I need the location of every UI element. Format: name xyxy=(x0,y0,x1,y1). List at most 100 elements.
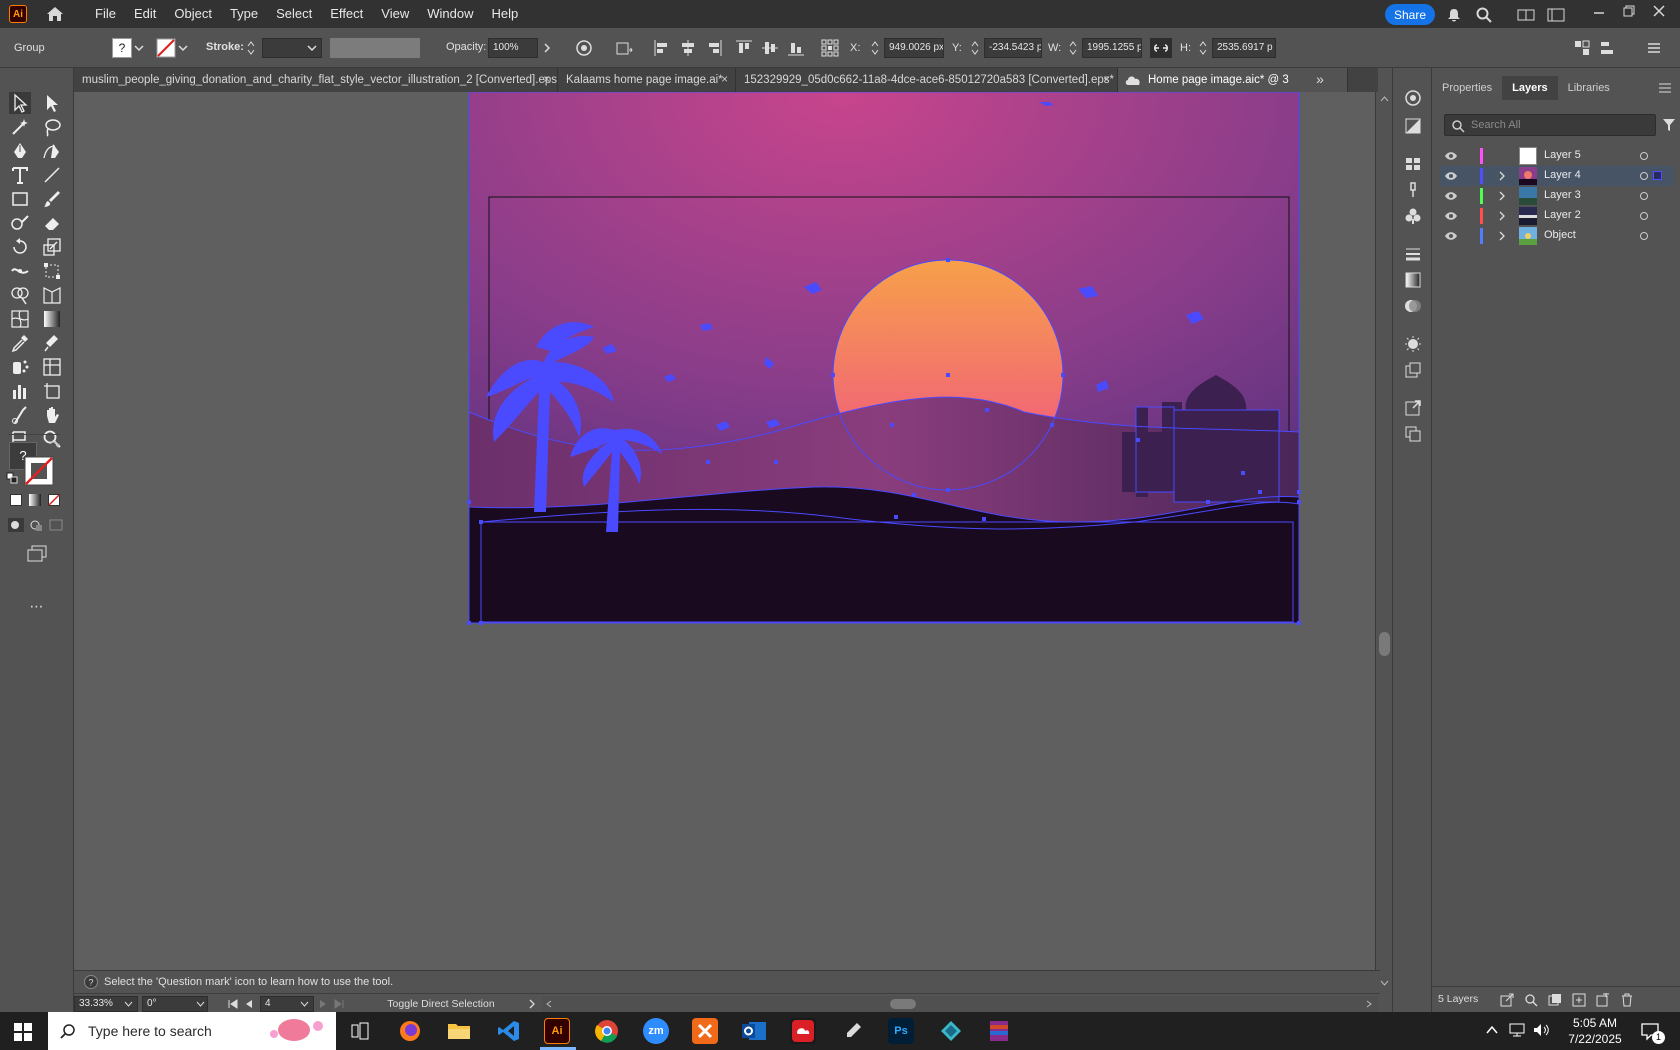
chevron-down-icon[interactable] xyxy=(134,44,144,52)
chevron-down-icon[interactable] xyxy=(124,1001,133,1007)
eye-icon[interactable] xyxy=(1444,211,1458,221)
new-layer-icon[interactable] xyxy=(1596,993,1610,1007)
scroll-up-icon[interactable] xyxy=(1380,96,1389,102)
search-icon[interactable] xyxy=(1475,6,1493,24)
eye-icon[interactable] xyxy=(1444,151,1458,161)
distribute-icon[interactable] xyxy=(1598,38,1618,58)
artboard-tool-icon[interactable] xyxy=(41,380,63,402)
layer-row-layer-4[interactable]: Layer 4 xyxy=(1440,166,1674,186)
question-mark-icon[interactable]: ? xyxy=(84,975,98,989)
tab-overflow-button[interactable]: » xyxy=(1308,68,1332,92)
vscode-icon[interactable] xyxy=(496,1018,522,1044)
opacity-field[interactable]: 100% xyxy=(488,38,538,58)
xampp-icon[interactable] xyxy=(692,1018,718,1044)
vertical-scrollbar[interactable] xyxy=(1375,92,1392,986)
direct-selection-tool-icon[interactable] xyxy=(41,92,63,114)
export-icon[interactable] xyxy=(1403,398,1423,418)
close-icon[interactable] xyxy=(1652,4,1666,18)
collect-export-icon[interactable] xyxy=(1500,993,1514,1007)
canvas-area[interactable] xyxy=(74,92,1375,970)
horizontal-scrollbar[interactable] xyxy=(542,996,1378,1012)
maximize-icon[interactable] xyxy=(1622,4,1636,18)
next-artboard-icon[interactable] xyxy=(318,999,328,1009)
chevron-right-icon[interactable] xyxy=(1498,211,1506,221)
screen-mode-icon[interactable] xyxy=(26,544,48,562)
artwork[interactable] xyxy=(74,92,1375,970)
magic-wand-tool-icon[interactable] xyxy=(9,116,31,138)
scale-tool-icon[interactable] xyxy=(41,236,63,258)
align-bottom-icon[interactable] xyxy=(786,38,806,58)
chevron-down-icon[interactable] xyxy=(196,1001,205,1007)
free-transform-tool-icon[interactable] xyxy=(41,260,63,282)
chevron-down-icon[interactable] xyxy=(300,1001,309,1007)
rectangle-tool-icon[interactable] xyxy=(9,188,31,210)
draw-normal-icon[interactable] xyxy=(8,518,24,532)
chevron-right-icon[interactable] xyxy=(1498,171,1506,181)
hand-tool-icon[interactable] xyxy=(41,404,63,426)
eye-icon[interactable] xyxy=(1444,231,1458,241)
bell-icon[interactable] xyxy=(1446,7,1462,23)
perspective-grid-tool-icon[interactable] xyxy=(41,284,63,306)
stroke-color-box[interactable] xyxy=(24,456,54,486)
paintbrush-tool-icon[interactable] xyxy=(41,188,63,210)
align-left-icon[interactable] xyxy=(652,38,672,58)
shaper-tool-icon[interactable] xyxy=(9,212,31,234)
curvature-tool-icon[interactable] xyxy=(41,140,63,162)
stepper-icon[interactable] xyxy=(1068,38,1078,58)
eye-icon[interactable] xyxy=(1444,191,1458,201)
blend-tool-icon[interactable] xyxy=(41,332,63,354)
photoshop-icon[interactable]: Ps xyxy=(888,1018,914,1044)
stroke-profile-field[interactable] xyxy=(330,38,420,58)
selection-indicator[interactable] xyxy=(1653,171,1662,180)
menu-file[interactable]: File xyxy=(86,0,125,28)
line-tool-icon[interactable] xyxy=(41,164,63,186)
filter-icon[interactable] xyxy=(1662,118,1676,132)
tab-layers[interactable]: Layers xyxy=(1502,76,1558,100)
type-tool-icon[interactable] xyxy=(9,164,31,186)
menu-window[interactable]: Window xyxy=(418,0,482,28)
menu-view[interactable]: View xyxy=(372,0,418,28)
symbol-sprayer-tool-icon[interactable] xyxy=(9,356,31,378)
swatches-icon[interactable] xyxy=(1403,154,1423,174)
delete-layer-icon[interactable] xyxy=(1620,993,1634,1007)
constrain-proportions-icon[interactable] xyxy=(1150,38,1172,58)
chevron-right-icon[interactable] xyxy=(1498,191,1506,201)
menu-select[interactable]: Select xyxy=(267,0,321,28)
layer-row-object[interactable]: Object xyxy=(1440,226,1674,246)
height-field[interactable]: 2535.6917 p xyxy=(1212,38,1276,58)
layer-name[interactable]: Layer 5 xyxy=(1544,149,1581,161)
network-icon[interactable] xyxy=(1508,1022,1526,1038)
tab-document-3[interactable]: 152329929_05d0c662-11a8-4dce-ace6-850127… xyxy=(736,68,1118,92)
chevron-down-icon[interactable] xyxy=(307,44,317,52)
layer-name[interactable]: Layer 3 xyxy=(1544,189,1581,201)
width-field[interactable]: 1995.1255 p xyxy=(1082,38,1142,58)
outlook-icon[interactable] xyxy=(741,1018,767,1044)
lasso-tool-icon[interactable] xyxy=(41,116,63,138)
file-explorer-icon[interactable] xyxy=(446,1018,472,1044)
scroll-down-icon[interactable] xyxy=(1380,980,1389,986)
color-guide-icon[interactable] xyxy=(1403,334,1423,354)
recolor-icon[interactable] xyxy=(574,38,594,58)
layer-row-layer-3[interactable]: Layer 3 xyxy=(1440,186,1674,206)
more-options-icon[interactable] xyxy=(1644,38,1664,58)
transform-icon[interactable] xyxy=(614,38,634,58)
rotate-tool-icon[interactable] xyxy=(9,236,31,258)
pen-tool-icon[interactable] xyxy=(9,140,31,162)
pen-app-icon[interactable] xyxy=(840,1018,866,1044)
chevron-up-icon[interactable] xyxy=(1486,1025,1498,1035)
minimize-icon[interactable] xyxy=(1592,6,1606,20)
locate-object-icon[interactable] xyxy=(1524,993,1538,1007)
target-icon[interactable] xyxy=(1640,172,1648,180)
firefox-icon[interactable] xyxy=(397,1018,423,1044)
width-tool-icon[interactable] xyxy=(9,260,31,282)
align-right-icon[interactable] xyxy=(704,38,724,58)
new-sublayer-icon[interactable] xyxy=(1572,993,1586,1007)
brushes-icon[interactable] xyxy=(1403,180,1423,200)
eyedropper-tool-icon[interactable] xyxy=(9,332,31,354)
stepper-icon[interactable] xyxy=(970,38,980,58)
system-clock[interactable]: 5:05 AM 7/22/2025 xyxy=(1560,1015,1630,1047)
share-button[interactable]: Share xyxy=(1385,4,1435,25)
mesh-tool-icon[interactable] xyxy=(9,308,31,330)
menu-object[interactable]: Object xyxy=(165,0,221,28)
eye-icon[interactable] xyxy=(1444,171,1458,181)
